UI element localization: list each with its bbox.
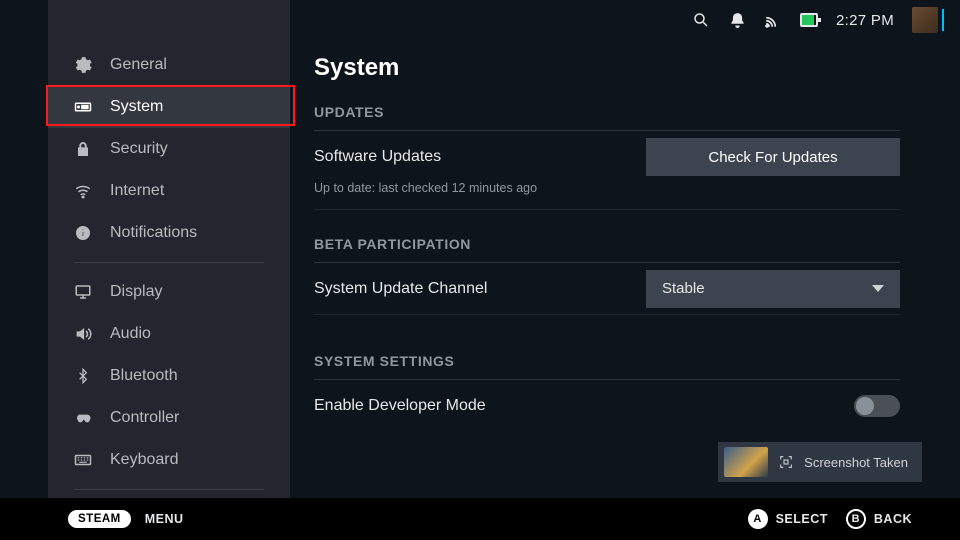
status-clock: 2:27 PM (836, 12, 894, 29)
screenshot-toast: Screenshot Taken (718, 442, 922, 482)
row-developer-mode: Enable Developer Mode (314, 380, 900, 432)
section-heading-system-settings: SYSTEM SETTINGS (314, 353, 900, 369)
update-channel-value: Stable (662, 280, 705, 297)
row-divider (314, 209, 900, 210)
device-icon (74, 98, 92, 116)
sidebar-item-label: Internet (110, 182, 164, 200)
sidebar-item-security[interactable]: Security (48, 128, 290, 170)
sidebar-item-label: System (110, 98, 163, 116)
bell-icon[interactable] (728, 11, 746, 29)
sidebar-item-keyboard[interactable]: Keyboard (48, 439, 290, 481)
keyboard-icon (74, 451, 92, 469)
sidebar-item-label: Security (110, 140, 168, 158)
hint-back: B BACK (846, 509, 912, 529)
check-for-updates-button[interactable]: Check For Updates (646, 138, 900, 176)
hint-select-label: SELECT (776, 512, 828, 526)
a-button-icon: A (748, 509, 768, 529)
sidebar-item-bluetooth[interactable]: Bluetooth (48, 355, 290, 397)
sidebar-item-internet[interactable]: Internet (48, 170, 290, 212)
settings-sidebar: General System Security Internet Notific… (48, 0, 290, 500)
b-button-icon: B (846, 509, 866, 529)
menu-label: MENU (145, 512, 184, 526)
section-heading-beta: BETA PARTICIPATION (314, 236, 900, 252)
hint-back-label: BACK (874, 512, 912, 526)
sidebar-item-label: Display (110, 283, 162, 301)
settings-screen: { "status": { "clock": "2:27 PM", "icons… (0, 0, 960, 540)
row-update-channel: System Update Channel Stable (314, 263, 900, 315)
toggle-knob (856, 397, 874, 415)
row-software-updates: Software Updates Check For Updates (314, 131, 900, 183)
sidebar-item-notifications[interactable]: Notifications (48, 212, 290, 254)
sidebar-group-2: Display Audio Bluetooth Controller Keybo… (48, 271, 290, 481)
sidebar-item-system[interactable]: System (48, 86, 290, 128)
sidebar-item-controller[interactable]: Controller (48, 397, 290, 439)
sidebar-item-general[interactable]: General (48, 44, 290, 86)
sidebar-item-label: Audio (110, 325, 151, 343)
sidebar-item-label: Bluetooth (110, 367, 178, 385)
battery-icon (800, 11, 818, 29)
update-channel-select[interactable]: Stable (646, 270, 900, 308)
page-title: System (314, 54, 900, 82)
sidebar-item-display[interactable]: Display (48, 271, 290, 313)
toast-label: Screenshot Taken (804, 455, 908, 470)
update-channel-label: System Update Channel (314, 280, 487, 298)
lock-icon (74, 140, 92, 158)
steam-button[interactable]: STEAM (68, 510, 131, 528)
main-content: System UPDATES Software Updates Check Fo… (314, 54, 900, 490)
info-icon (74, 224, 92, 242)
footer-left: STEAM MENU (68, 510, 184, 528)
wifi-icon (74, 182, 92, 200)
updates-status-text: Up to date: last checked 12 minutes ago (314, 181, 900, 195)
developer-mode-label: Enable Developer Mode (314, 397, 486, 415)
sidebar-item-label: Controller (110, 409, 179, 427)
sidebar-item-label: Notifications (110, 224, 197, 242)
sidebar-item-label: Keyboard (110, 451, 179, 469)
software-updates-label: Software Updates (314, 148, 441, 166)
cast-icon[interactable] (764, 11, 782, 29)
display-icon (74, 283, 92, 301)
status-bar: 2:27 PM (290, 0, 960, 40)
search-icon[interactable] (692, 11, 710, 29)
footer-right: A SELECT B BACK (748, 509, 912, 529)
sidebar-divider (74, 262, 264, 263)
developer-mode-toggle[interactable] (854, 395, 900, 417)
sidebar-item-label: General (110, 56, 167, 74)
avatar[interactable] (912, 7, 938, 33)
bluetooth-icon (74, 367, 92, 385)
chevron-down-icon (872, 285, 884, 292)
screenshot-thumbnail (724, 447, 768, 477)
frame-icon (778, 454, 794, 470)
sidebar-group-1: General System Security Internet Notific… (48, 44, 290, 254)
section-heading-updates: UPDATES (314, 104, 900, 120)
sidebar-divider (74, 489, 264, 490)
sidebar-item-audio[interactable]: Audio (48, 313, 290, 355)
controller-icon (74, 409, 92, 427)
gear-icon (74, 56, 92, 74)
audio-icon (74, 325, 92, 343)
hint-select: A SELECT (748, 509, 828, 529)
footer-bar: STEAM MENU A SELECT B BACK (0, 498, 960, 540)
